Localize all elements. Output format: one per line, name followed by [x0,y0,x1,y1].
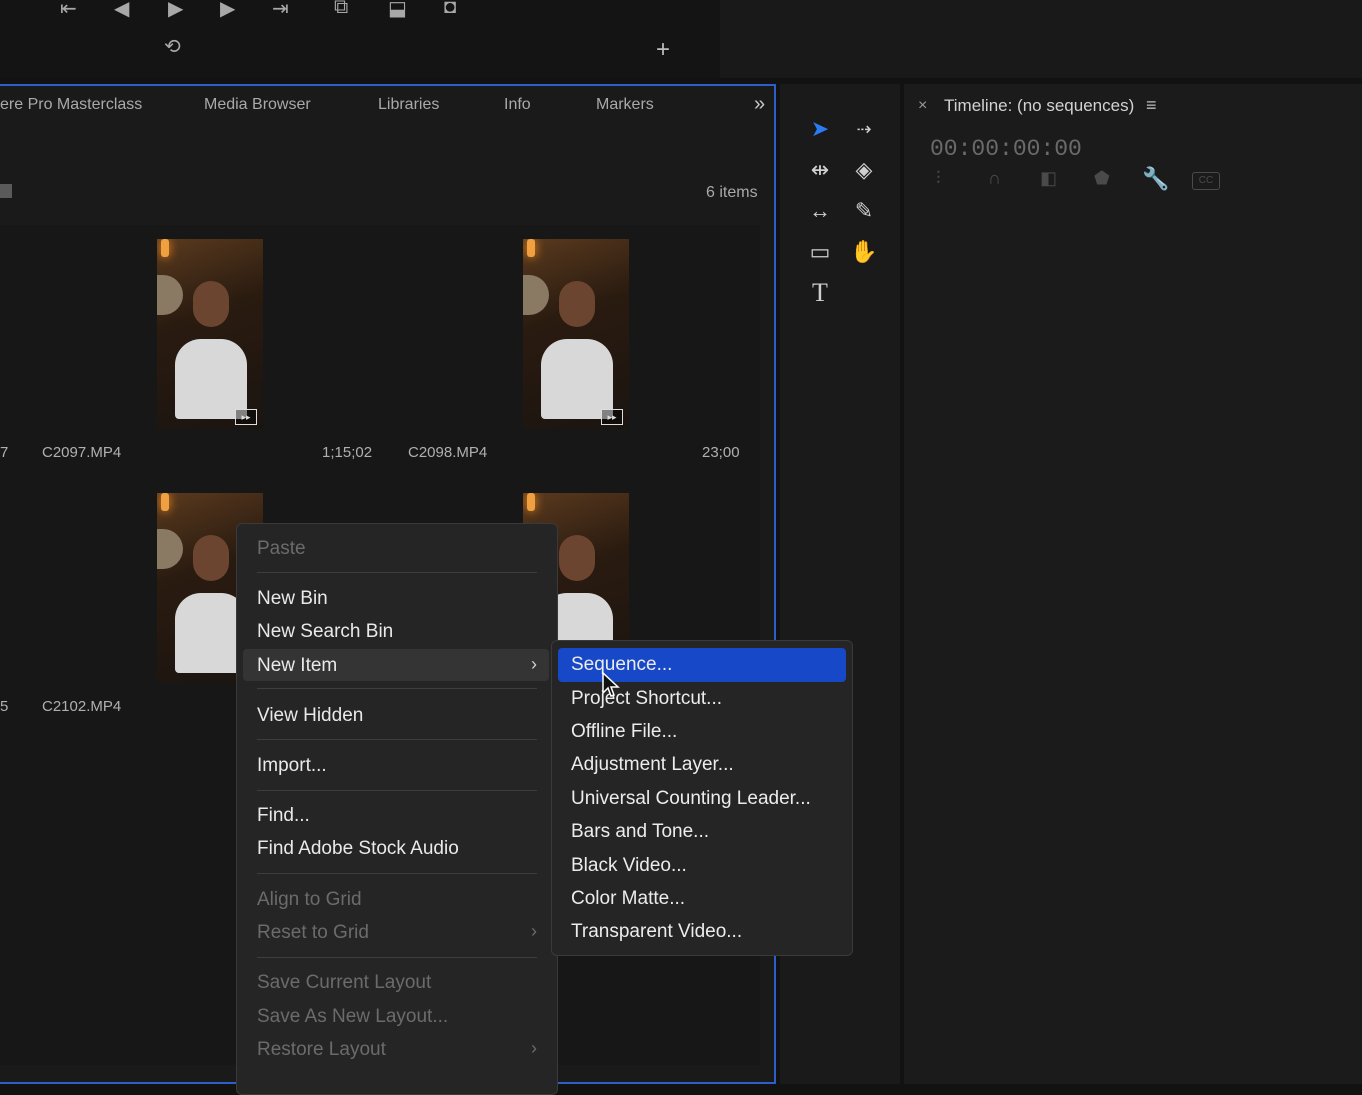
menu-item-import[interactable]: Import... [257,755,327,777]
submenu-item-black-video[interactable]: Black Video... [571,855,687,877]
type-tool-icon[interactable]: T [802,276,838,310]
new-item-submenu: Sequence... Project Shortcut... Offline … [551,640,853,956]
go-to-in-icon[interactable]: ⇤ [60,0,77,21]
submenu-item-color-matte[interactable]: Color Matte... [571,888,685,910]
chevron-right-icon: › [531,1038,537,1058]
timecode-display[interactable]: 00:00:00:00 [930,136,1082,162]
menu-item-find[interactable]: Find... [257,805,310,827]
tab-libraries[interactable]: Libraries [378,96,439,114]
tab-media-browser[interactable]: Media Browser [204,96,311,114]
clip-type-icon: ▸▸ [601,409,623,425]
snap-icon[interactable]: ∩ [988,168,1001,189]
tab-project[interactable]: ere Pro Masterclass [0,96,142,114]
clip-name[interactable]: C2098.MP4 [408,444,487,461]
chevron-right-icon: › [531,921,537,941]
go-to-out-icon[interactable]: ⇥ [272,0,289,21]
clip-thumbnail[interactable]: ▸▸ [157,239,263,429]
tab-markers[interactable]: Markers [596,96,654,114]
captions-icon[interactable]: CC [1192,172,1220,190]
add-marker-icon[interactable]: ⬟ [1094,168,1110,189]
clip-label-fragment: 7 [0,444,9,461]
menu-separator [257,790,537,791]
export-frame-icon[interactable]: ◘ [444,0,456,19]
menu-item-restore-layout[interactable]: Restore Layout [257,1039,386,1061]
pen-tool-icon[interactable]: ✎ [846,194,882,228]
context-menu: Paste New Bin New Search Bin New Item › … [236,523,558,1095]
close-icon[interactable]: × [918,97,927,115]
clip-duration: 1;15;02 [322,444,373,461]
menu-item-save-as-new-layout[interactable]: Save As New Layout... [257,1006,448,1028]
submenu-item-transparent-video[interactable]: Transparent Video... [571,921,742,943]
clip-name[interactable]: C2102.MP4 [42,698,121,715]
submenu-item-sequence[interactable]: Sequence... [571,654,672,676]
panel-overflow-icon[interactable]: » [754,93,765,116]
menu-item-view-hidden[interactable]: View Hidden [257,705,363,727]
clip-name[interactable]: C2097.MP4 [42,444,121,461]
overwrite-icon[interactable]: ⬓ [388,0,407,21]
razor-tool-icon[interactable]: ◈ [846,153,882,187]
clip-duration: 23;00 [702,444,740,461]
panel-menu-icon[interactable]: ≡ [1146,95,1157,116]
top-right-panel [720,0,1362,78]
hand-tool-icon[interactable]: ✋ [846,235,882,269]
selection-tool-icon[interactable]: ➤ [802,112,838,146]
clip-label-fragment: 5 [0,698,9,715]
clip-thumbnail[interactable]: ▸▸ [523,239,629,429]
insert-icon[interactable]: ⧉ [334,0,348,19]
timeline-panel [904,84,1362,1084]
submenu-item-adjustment-layer[interactable]: Adjustment Layer... [571,754,734,776]
menu-item-reset-to-grid[interactable]: Reset to Grid [257,922,369,944]
submenu-item-project-shortcut[interactable]: Project Shortcut... [571,688,722,710]
items-count: 6 items [706,184,758,201]
timeline-title[interactable]: Timeline: (no sequences) [944,96,1134,116]
menu-item-save-current-layout[interactable]: Save Current Layout [257,972,431,994]
clip-type-icon: ▸▸ [235,409,257,425]
menu-separator [257,873,537,874]
menu-separator [257,957,537,958]
submenu-item-offline-file[interactable]: Offline File... [571,721,677,743]
tab-info[interactable]: Info [504,96,531,114]
mouse-cursor-icon [602,672,620,697]
menu-item-new-bin[interactable]: New Bin [257,588,328,610]
menu-separator [257,688,537,689]
menu-item-find-adobe-stock-audio[interactable]: Find Adobe Stock Audio [257,838,459,860]
menu-separator [257,572,537,573]
nest-icon[interactable]: ⫶ [936,168,941,189]
menu-item-align-to-grid[interactable]: Align to Grid [257,889,362,911]
play-icon[interactable]: ▶ [168,0,183,21]
add-button-icon[interactable]: + [656,36,670,64]
linked-selection-icon[interactable]: ◧ [1040,168,1057,189]
menu-item-new-search-bin[interactable]: New Search Bin [257,621,393,643]
menu-separator [257,739,537,740]
menu-item-new-item[interactable]: New Item [257,655,337,677]
loop-icon[interactable]: ⟲ [164,34,181,59]
slip-tool-icon[interactable]: ↔ [802,194,838,228]
rectangle-tool-icon[interactable]: ▭ [802,235,838,269]
track-select-tool-icon[interactable]: ⇢ [846,112,882,146]
step-back-icon[interactable]: ◀ [114,0,129,21]
submenu-item-bars-and-tone[interactable]: Bars and Tone... [571,821,709,843]
submenu-item-universal-counting-leader[interactable]: Universal Counting Leader... [571,788,811,810]
ripple-edit-tool-icon[interactable]: ⇹ [802,153,838,187]
menu-item-paste[interactable]: Paste [257,538,306,560]
bin-icon[interactable] [0,184,12,198]
chevron-right-icon: › [531,654,537,674]
wrench-icon[interactable]: 🔧 [1142,166,1169,192]
step-forward-icon[interactable]: ▶ [220,0,235,21]
